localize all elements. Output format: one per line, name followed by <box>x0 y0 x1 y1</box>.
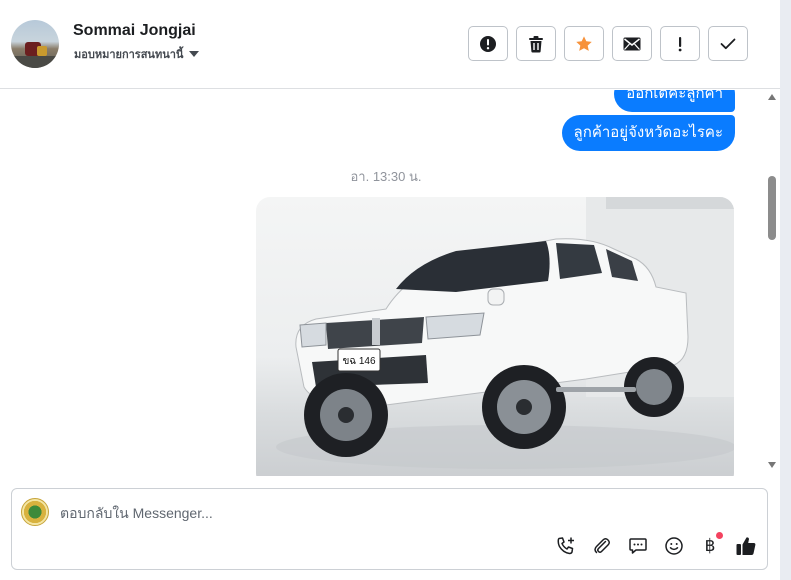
message-photo[interactable]: ขฉ 146 <box>256 197 734 476</box>
attach-button[interactable] <box>591 535 613 557</box>
plate-text: ขฉ 146 <box>342 356 376 367</box>
composer-tools: ฿ <box>555 532 757 557</box>
reply-composer: ฿ <box>11 488 768 570</box>
exclamation-circle-icon <box>480 35 496 52</box>
scroll-up-arrow-icon[interactable] <box>768 94 776 100</box>
star-button[interactable] <box>564 26 604 61</box>
payment-button[interactable]: ฿ <box>699 532 723 557</box>
exclamation-icon <box>678 36 682 51</box>
envelope-icon <box>623 37 641 50</box>
conversation-header: Sommai Jongjai มอบหมายการสนทนานี้ <box>0 0 780 89</box>
baht-icon: ฿ <box>704 536 716 556</box>
message-bubble[interactable]: ออกเต็คะลูกค้า <box>614 90 735 112</box>
phone-plus-icon <box>557 537 574 555</box>
header-actions <box>468 26 748 61</box>
chat-bubble-icon <box>629 538 647 554</box>
messenger-conversation: Sommai Jongjai มอบหมายการสนทนานี้ ออกเต็… <box>0 0 791 580</box>
delete-button[interactable] <box>516 26 556 61</box>
scroll-down-arrow-icon[interactable] <box>768 462 776 468</box>
assign-label: มอบหมายการสนทนานี้ <box>74 49 184 61</box>
contact-name[interactable]: Sommai Jongjai <box>73 22 196 40</box>
paperclip-icon <box>594 538 610 554</box>
emoji-button[interactable] <box>663 535 685 557</box>
contact-avatar[interactable] <box>11 20 59 68</box>
saved-replies-button[interactable] <box>627 535 649 557</box>
message-bubble[interactable]: ลูกค้าอยู่จังหวัดอะไรคะ <box>561 115 735 151</box>
mark-unread-button[interactable] <box>660 26 700 61</box>
pickup-truck-image: ขฉ 146 <box>276 197 734 469</box>
smile-icon <box>665 537 683 555</box>
chat-scrollbar[interactable] <box>764 90 780 476</box>
message-thread: ออกเต็คะลูกค้า ลูกค้าอยู่จังหวัดอะไรคะ อ… <box>0 90 780 476</box>
star-icon <box>576 35 592 51</box>
assign-conversation-dropdown[interactable]: มอบหมายการสนทนานี้ <box>74 45 200 63</box>
thumbs-up-icon <box>736 537 756 555</box>
mark-done-button[interactable] <box>708 26 748 61</box>
email-button[interactable] <box>612 26 652 61</box>
like-button[interactable] <box>735 535 757 557</box>
call-button[interactable] <box>555 535 577 557</box>
trash-icon <box>529 35 543 52</box>
report-spam-button[interactable] <box>468 26 508 61</box>
reply-input[interactable] <box>60 503 660 523</box>
notification-dot <box>716 532 723 539</box>
scrollbar-thumb[interactable] <box>768 176 776 240</box>
check-icon <box>720 38 736 49</box>
page-avatar <box>21 498 49 526</box>
message-timestamp: อา. 13:30 น. <box>350 169 422 184</box>
right-edge <box>780 0 791 580</box>
caret-down-icon <box>189 51 200 57</box>
